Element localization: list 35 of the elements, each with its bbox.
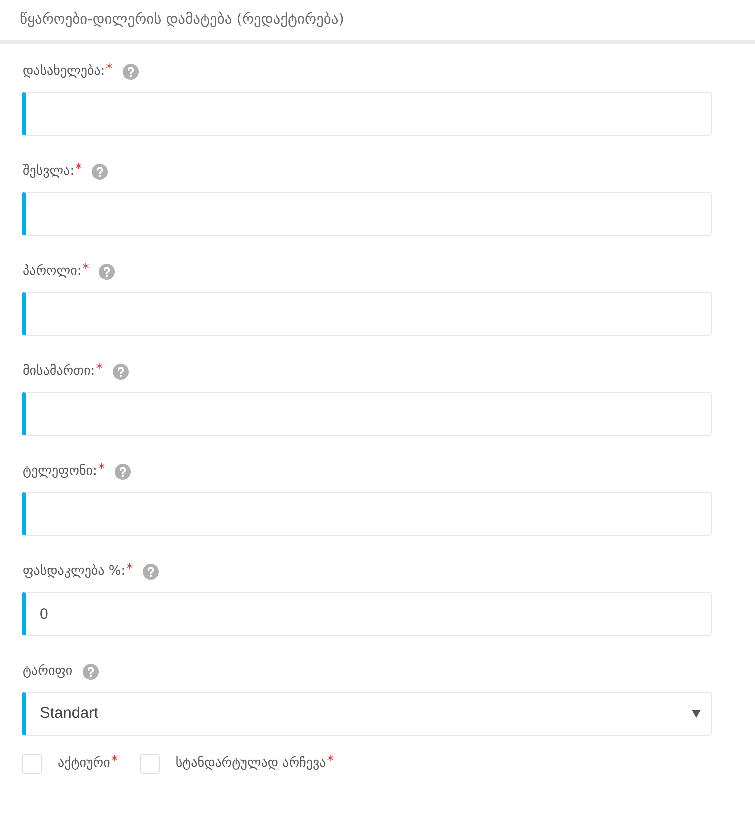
input-field[interactable] xyxy=(22,92,712,136)
required-mark: * xyxy=(98,462,105,477)
checkbox-label: აქტიური xyxy=(58,755,110,773)
required-mark: * xyxy=(111,754,118,769)
required-mark: * xyxy=(126,562,134,577)
input-field[interactable] xyxy=(22,192,712,236)
required-mark: * xyxy=(82,262,90,277)
field-label: პაროლი: xyxy=(23,263,82,281)
help-icon[interactable] xyxy=(122,64,139,80)
input-field[interactable] xyxy=(22,392,712,436)
field-label: მისამართი: xyxy=(23,363,96,381)
caret-icon xyxy=(692,710,701,718)
field-label: ტარიფი xyxy=(23,663,73,681)
field-label: დასახელება: xyxy=(23,63,106,81)
help-icon[interactable] xyxy=(82,664,99,680)
required-mark: * xyxy=(327,754,334,769)
help-icon[interactable] xyxy=(112,364,129,380)
page-title: წყაროები-დილერის დამატება (რედაქტირება) xyxy=(20,12,344,28)
select-field[interactable]: Standart xyxy=(22,692,712,736)
field-label: ფასდაკლება %: xyxy=(23,563,126,581)
checkbox[interactable] xyxy=(22,754,42,774)
help-icon[interactable] xyxy=(99,264,116,280)
checkbox-label: სტანდარტულად არჩევა xyxy=(176,755,326,773)
required-mark: * xyxy=(96,362,103,377)
input-field[interactable]: 0 xyxy=(22,592,712,636)
input-field[interactable] xyxy=(22,292,712,336)
field-label: ტელეფონი: xyxy=(23,463,98,481)
checkbox[interactable] xyxy=(140,754,160,774)
input-field[interactable] xyxy=(22,492,712,536)
required-mark: * xyxy=(106,62,113,77)
field-label: შესვლა: xyxy=(23,163,75,181)
help-icon[interactable] xyxy=(143,564,160,580)
required-mark: * xyxy=(76,162,82,177)
help-icon[interactable] xyxy=(92,164,108,180)
help-icon[interactable] xyxy=(114,464,131,480)
